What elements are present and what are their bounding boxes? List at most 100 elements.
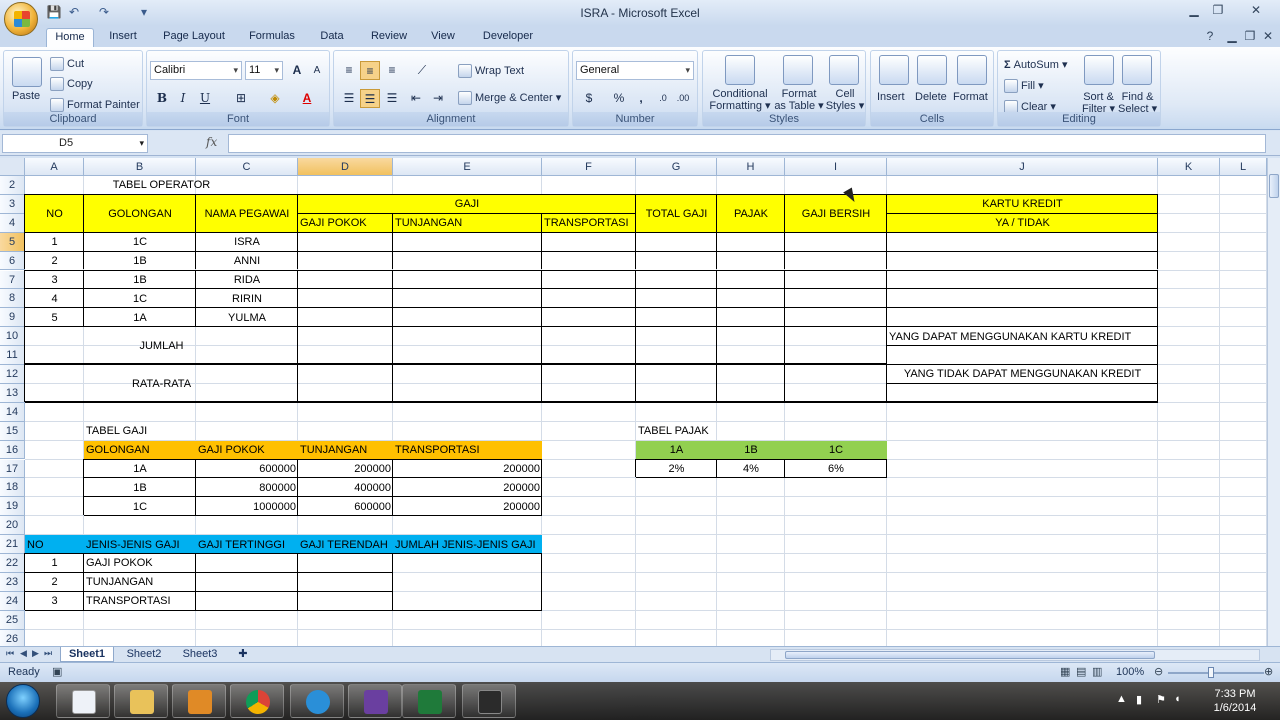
table-cell[interactable] — [887, 308, 1158, 327]
table-cell[interactable] — [785, 289, 887, 308]
row-header-20[interactable]: 20 — [0, 516, 25, 536]
format-painter-button[interactable]: Format Painter — [50, 98, 140, 112]
table-cell[interactable] — [717, 308, 785, 327]
table-cell[interactable] — [298, 233, 393, 252]
header-gaji[interactable]: GAJI — [298, 194, 636, 214]
table-cell[interactable] — [542, 233, 636, 252]
italic-button[interactable]: I — [173, 89, 193, 108]
normal-view-icon[interactable]: ▦ — [1060, 665, 1070, 678]
select-all-corner[interactable] — [0, 158, 25, 176]
table-cell[interactable] — [393, 271, 542, 290]
table-cell[interactable] — [785, 233, 887, 252]
employee-nama[interactable]: ISRA — [196, 233, 298, 252]
row-header-5[interactable]: 5 — [0, 232, 25, 252]
tab-data[interactable]: Data — [312, 28, 352, 47]
column-header-h[interactable]: H — [717, 158, 785, 176]
table-cell[interactable] — [196, 554, 298, 573]
format-as-table-button[interactable]: Format as Table ▾ — [773, 88, 825, 112]
prev-sheet-icon[interactable]: ◀ — [20, 648, 27, 659]
column-header-a[interactable]: A — [25, 158, 84, 176]
help-icon[interactable]: ? — [1198, 28, 1222, 44]
table-cell[interactable] — [393, 308, 542, 327]
font-name-select[interactable]: Calibri — [150, 61, 242, 80]
taskbar-visual-studio[interactable] — [348, 684, 402, 718]
table-cell[interactable] — [393, 233, 542, 252]
format-cells-button[interactable]: Format — [953, 91, 988, 103]
table-cell[interactable] — [636, 233, 717, 252]
bold-button[interactable]: B — [152, 89, 172, 108]
decrease-indent-icon[interactable]: ⇤ — [406, 89, 426, 108]
restore-icon[interactable]: ❐ — [1206, 2, 1230, 18]
tabel-gaji-cell[interactable]: 200000 — [298, 460, 393, 479]
last-sheet-icon[interactable]: ⏭ — [44, 648, 52, 659]
tabel-pajak-value[interactable]: 2% — [636, 460, 717, 479]
tabel-gaji-cell[interactable]: 200000 — [393, 497, 542, 516]
table-cell[interactable] — [298, 308, 393, 327]
tabel-pajak-title[interactable]: TABEL PAJAK — [636, 422, 785, 441]
paste-button[interactable]: Paste — [12, 90, 40, 102]
fill-button[interactable]: Fill ▾ — [1004, 79, 1044, 94]
jumlah-label[interactable]: JUMLAH — [25, 327, 298, 365]
merge-center-button[interactable]: Merge & Center ▾ — [458, 91, 561, 106]
row-header-8[interactable]: 8 — [0, 289, 25, 309]
page-layout-view-icon[interactable]: ▤ — [1076, 665, 1086, 678]
row-header-25[interactable]: 25 — [0, 610, 25, 630]
table-cell[interactable] — [298, 554, 393, 573]
increase-indent-icon[interactable]: ⇥ — [428, 89, 448, 108]
employee-nama[interactable]: RIDA — [196, 271, 298, 290]
tab-home[interactable]: Home — [46, 28, 94, 47]
tray-device-icon[interactable]: ▮ — [1136, 693, 1142, 706]
align-middle-icon[interactable]: ≡ — [360, 61, 380, 80]
row-header-7[interactable]: 7 — [0, 270, 25, 290]
taskbar-excel[interactable] — [402, 684, 456, 718]
header-kartu-kredit[interactable]: KARTU KREDIT — [887, 194, 1158, 214]
table-cell[interactable] — [298, 252, 393, 271]
column-header-k[interactable]: K — [1158, 158, 1220, 176]
header-gaji-bersih[interactable]: GAJI BERSIH — [785, 194, 887, 233]
employee-nama[interactable]: RIRIN — [196, 289, 298, 308]
row-header-21[interactable]: 21 — [0, 535, 25, 554]
table-cell[interactable] — [542, 308, 636, 327]
column-header-c[interactable]: C — [196, 158, 298, 176]
taskbar-notepad[interactable] — [56, 684, 110, 718]
employee-no[interactable]: 5 — [25, 308, 84, 327]
font-size-select[interactable]: 11 — [245, 61, 283, 80]
comma-button[interactable]: , — [631, 89, 651, 108]
table-cell[interactable] — [717, 271, 785, 290]
copy-button[interactable]: Copy — [50, 77, 93, 91]
fill-color-icon[interactable]: ◈ — [265, 89, 285, 108]
column-header-l[interactable]: L — [1220, 158, 1267, 176]
jenis-gaji-header[interactable]: JENIS-JENIS GAJI — [84, 535, 196, 554]
wrap-text-button[interactable]: Wrap Text — [458, 64, 524, 78]
jenis-gaji-header[interactable]: GAJI TERENDAH — [298, 535, 393, 554]
next-sheet-icon[interactable]: ▶ — [32, 648, 39, 659]
row-header-13[interactable]: 13 — [0, 383, 25, 403]
vertical-scroll-thumb[interactable] — [1269, 174, 1279, 198]
employee-nama[interactable]: YULMA — [196, 308, 298, 327]
tab-view[interactable]: View — [424, 28, 462, 47]
row-header-6[interactable]: 6 — [0, 251, 25, 271]
horizontal-scroll-thumb[interactable] — [785, 651, 1155, 659]
tabel-pajak-value[interactable]: 6% — [785, 460, 887, 479]
tabel-gaji-header[interactable]: GAJI POKOK — [196, 440, 298, 460]
column-header-d[interactable]: D — [298, 158, 393, 176]
table-cell[interactable] — [785, 252, 887, 271]
sheet-tab-sheet3[interactable]: Sheet3 — [174, 647, 226, 662]
table-cell[interactable] — [887, 233, 1158, 252]
tabel-gaji-cell[interactable]: 600000 — [298, 497, 393, 516]
employee-no[interactable]: 2 — [25, 252, 84, 271]
table-cell[interactable] — [196, 592, 298, 611]
header-nama-pegawai[interactable]: NAMA PEGAWAI — [196, 194, 298, 233]
jenis-gaji-header[interactable]: NO — [25, 535, 84, 554]
tabel-operator-title[interactable]: TABEL OPERATOR — [25, 176, 298, 195]
table-cell[interactable] — [636, 289, 717, 308]
employee-no[interactable]: 4 — [25, 289, 84, 308]
cut-button[interactable]: Cut — [50, 57, 84, 71]
header-no[interactable]: NO — [25, 194, 84, 233]
jenis-gaji-name[interactable]: GAJI POKOK — [84, 554, 196, 573]
table-cell[interactable] — [298, 573, 393, 592]
zoom-slider-handle[interactable] — [1208, 667, 1214, 678]
tab-review[interactable]: Review — [362, 28, 416, 47]
tab-formulas[interactable]: Formulas — [242, 28, 302, 47]
tabel-gaji-title[interactable]: TABEL GAJI — [84, 422, 298, 441]
